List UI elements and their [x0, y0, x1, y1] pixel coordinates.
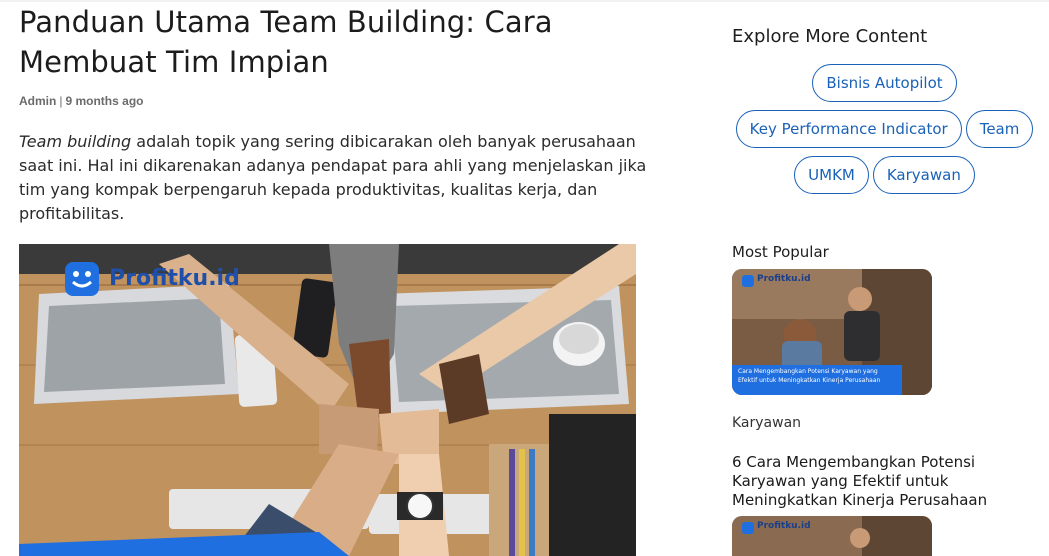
popular-thumbnail[interactable]: Profitku.id Cara Mengembangkan Potensi K…	[732, 269, 932, 395]
article: Panduan Utama Team Building: Cara Membua…	[19, 2, 669, 226]
thumb-banner-line1: Cara Mengembangkan Potensi Karyawan yang	[738, 368, 878, 375]
article-intro: Team building adalah topik yang sering d…	[19, 130, 659, 226]
thumb-logo-text: Profitku.id	[757, 521, 811, 531]
popular-category[interactable]: Karyawan	[732, 415, 801, 431]
tag-row: UMKM Karyawan	[732, 156, 1037, 194]
tag-umkm[interactable]: UMKM	[794, 156, 869, 194]
publish-time: 9 months ago	[65, 94, 144, 108]
tag-bisnis-autopilot[interactable]: Bisnis Autopilot	[812, 64, 957, 102]
tag-cloud: Bisnis Autopilot Key Performance Indicat…	[732, 64, 1037, 202]
meta-separator: |	[59, 94, 63, 108]
tag-team[interactable]: Team	[965, 110, 1034, 148]
author-link[interactable]: Admin	[19, 94, 56, 108]
intro-emphasis: Team building	[19, 132, 132, 151]
tag-row: Bisnis Autopilot	[732, 64, 1037, 102]
most-popular-heading: Most Popular	[732, 243, 829, 261]
tag-row: Key Performance Indicator Team	[732, 110, 1037, 148]
hero-image: Profitku.id	[19, 244, 636, 556]
thumb-logo-text: Profitku.id	[757, 274, 811, 284]
popular-thumbnail[interactable]: Profitku.id	[732, 516, 932, 556]
article-title: Panduan Utama Team Building: Cara Membua…	[19, 5, 553, 79]
explore-heading: Explore More Content	[732, 26, 928, 47]
tag-karyawan[interactable]: Karyawan	[872, 156, 975, 194]
article-meta: Admin | 9 months ago	[19, 94, 669, 108]
hero-logo-text: Profitku.id	[109, 266, 240, 291]
tag-key-performance-indicator[interactable]: Key Performance Indicator	[735, 110, 962, 148]
thumb-banner-line2: Efektif untuk Meningkatkan Kinerja Perus…	[738, 377, 881, 384]
popular-title-link[interactable]: 6 Cara Mengembangkan Potensi Karyawan ya…	[732, 453, 1002, 510]
